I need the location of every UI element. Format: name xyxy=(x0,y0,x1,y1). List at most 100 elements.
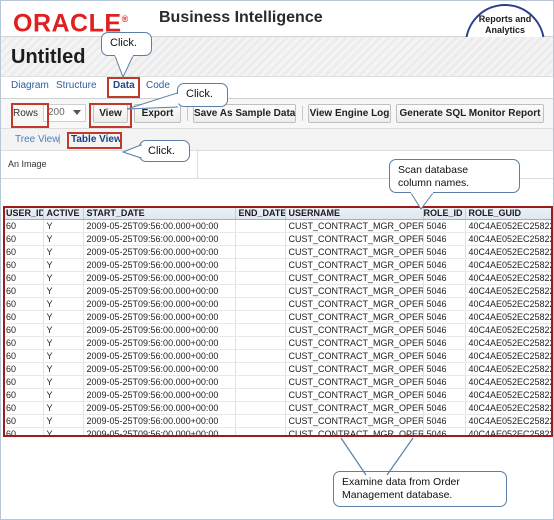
table-row[interactable]: 60 Y 2009-05-25T09:56:00.000+00:00 CUST_CON… xyxy=(3,310,553,324)
data-toolbar: Rows 200 View Export Save As Sample Data… xyxy=(1,99,553,129)
table-row[interactable]: 60 Y 2009-05-25T09:56:00.000+00:00 CUST_CON… xyxy=(3,375,553,389)
tab-code[interactable]: Code xyxy=(146,80,170,91)
an-image-cell-separator xyxy=(197,151,198,179)
cell-user-id: 60 xyxy=(3,310,44,324)
table-view-link[interactable]: Table View xyxy=(71,134,122,145)
cell-active: Y xyxy=(43,362,84,376)
view-engine-log-button[interactable]: View Engine Log xyxy=(308,104,391,123)
table-row[interactable]: 60 Y 2009-05-25T09:56:00.000+00:00 CUST_CON… xyxy=(3,284,553,298)
toolbar-separator-1 xyxy=(187,106,188,121)
column-header-username[interactable]: USERNAME xyxy=(285,206,424,220)
table-row[interactable]: 60 Y 2009-05-25T09:56:00.000+00:00 CUST_CON… xyxy=(3,219,553,233)
cell-role-guid: 40C4AE052EC25822 xyxy=(465,362,553,376)
tab-diagram[interactable]: Diagram xyxy=(11,80,49,91)
rows-select[interactable]: 200 xyxy=(43,104,86,122)
table-row[interactable]: 60 Y 2009-05-25T09:56:00.000+00:00 CUST_CON… xyxy=(3,323,553,337)
cell-active: Y xyxy=(43,375,84,389)
cell-role-guid: 40C4AE052EC25822 xyxy=(465,401,553,415)
cell-end-date xyxy=(235,245,286,259)
cell-user-id: 60 xyxy=(3,258,44,272)
table-row[interactable]: 60 Y 2009-05-25T09:56:00.000+00:00 CUST_CON… xyxy=(3,232,553,246)
cell-username: CUST_CONTRACT_MGR_OPERA xyxy=(285,362,424,376)
cell-role-id: 5046 xyxy=(423,336,466,350)
cell-user-id: 60 xyxy=(3,232,44,246)
cell-end-date xyxy=(235,219,286,233)
table-row[interactable]: 60 Y 2009-05-25T09:56:00.000+00:00 CUST_CON… xyxy=(3,362,553,376)
column-header-active[interactable]: ACTIVE xyxy=(43,206,84,220)
column-header-role-id[interactable]: ROLE_ID xyxy=(423,206,466,220)
cell-start-date: 2009-05-25T09:56:00.000+00:00 xyxy=(83,427,236,437)
cell-user-id: 60 xyxy=(3,349,44,363)
view-button[interactable]: View xyxy=(93,104,128,123)
cell-active: Y xyxy=(43,349,84,363)
cell-role-guid: 40C4AE052EC25822 xyxy=(465,427,553,437)
cell-end-date xyxy=(235,375,286,389)
table-row[interactable]: 60 Y 2009-05-25T09:56:00.000+00:00 CUST_CON… xyxy=(3,271,553,285)
column-header-start-date[interactable]: START_DATE xyxy=(83,206,236,220)
column-header-role-guid[interactable]: ROLE_GUID xyxy=(465,206,553,220)
cell-active: Y xyxy=(43,336,84,350)
table-row[interactable]: 60 Y 2009-05-25T09:56:00.000+00:00 CUST_CON… xyxy=(3,388,553,402)
cell-user-id: 60 xyxy=(3,375,44,389)
table-row[interactable]: 60 Y 2009-05-25T09:56:00.000+00:00 CUST_CON… xyxy=(3,349,553,363)
badge-label-line1: Reports and xyxy=(478,14,532,24)
table-row[interactable]: 60 Y 2009-05-25T09:56:00.000+00:00 CUST_CON… xyxy=(3,427,553,437)
cell-role-id: 5046 xyxy=(423,414,466,428)
cell-start-date: 2009-05-25T09:56:00.000+00:00 xyxy=(83,232,236,246)
data-table-container[interactable]: USER_ID ACTIVE START_DATE END_DATE USERN… xyxy=(3,206,553,437)
cell-role-id: 5046 xyxy=(423,284,466,298)
cell-user-id: 60 xyxy=(3,362,44,376)
cell-end-date xyxy=(235,323,286,337)
table-row[interactable]: 60 Y 2009-05-25T09:56:00.000+00:00 CUST_CON… xyxy=(3,401,553,415)
cell-role-guid: 40C4AE052EC25822 xyxy=(465,323,553,337)
export-button[interactable]: Export xyxy=(134,104,181,123)
page-header: Untitled xyxy=(1,37,553,77)
tree-view-link[interactable]: Tree View xyxy=(15,134,59,145)
editor-tabs: Diagram Structure Data Code xyxy=(1,77,553,99)
cell-role-id: 5046 xyxy=(423,219,466,233)
cell-active: Y xyxy=(43,388,84,402)
cell-active: Y xyxy=(43,427,84,437)
table-row[interactable]: 60 Y 2009-05-25T09:56:00.000+00:00 CUST_CON… xyxy=(3,258,553,272)
table-row[interactable]: 60 Y 2009-05-25T09:56:00.000+00:00 CUST_CON… xyxy=(3,414,553,428)
table-row[interactable]: 60 Y 2009-05-25T09:56:00.000+00:00 CUST_CON… xyxy=(3,297,553,311)
cell-username: CUST_CONTRACT_MGR_OPERA xyxy=(285,258,424,272)
cell-active: Y xyxy=(43,232,84,246)
cell-role-id: 5046 xyxy=(423,401,466,415)
table-row[interactable]: 60 Y 2009-05-25T09:56:00.000+00:00 CUST_CON… xyxy=(3,245,553,259)
cell-role-guid: 40C4AE052EC25822 xyxy=(465,258,553,272)
cell-active: Y xyxy=(43,323,84,337)
cell-username: CUST_CONTRACT_MGR_OPERA xyxy=(285,349,424,363)
cell-username: CUST_CONTRACT_MGR_OPERA xyxy=(285,401,424,415)
rows-label: Rows xyxy=(13,108,39,119)
view-switcher: Tree View | Table View xyxy=(1,129,553,151)
cell-role-id: 5046 xyxy=(423,388,466,402)
generate-sql-monitor-report-button[interactable]: Generate SQL Monitor Report xyxy=(396,104,544,123)
cell-role-guid: 40C4AE052EC25822 xyxy=(465,284,553,298)
column-header-end-date[interactable]: END_DATE xyxy=(235,206,286,220)
tab-structure[interactable]: Structure xyxy=(56,80,97,91)
cell-role-guid: 40C4AE052EC25822 xyxy=(465,297,553,311)
cell-end-date xyxy=(235,349,286,363)
cell-start-date: 2009-05-25T09:56:00.000+00:00 xyxy=(83,219,236,233)
cell-end-date xyxy=(235,414,286,428)
cell-role-id: 5046 xyxy=(423,349,466,363)
cell-user-id: 60 xyxy=(3,271,44,285)
tab-data[interactable]: Data xyxy=(113,80,135,91)
cell-active: Y xyxy=(43,310,84,324)
table-row[interactable]: 60 Y 2009-05-25T09:56:00.000+00:00 CUST_CON… xyxy=(3,336,553,350)
cell-user-id: 60 xyxy=(3,297,44,311)
cell-start-date: 2009-05-25T09:56:00.000+00:00 xyxy=(83,245,236,259)
cell-username: CUST_CONTRACT_MGR_OPERA xyxy=(285,245,424,259)
cell-user-id: 60 xyxy=(3,336,44,350)
cell-start-date: 2009-05-25T09:56:00.000+00:00 xyxy=(83,375,236,389)
table-header-row: USER_ID ACTIVE START_DATE END_DATE USERN… xyxy=(3,206,553,220)
cell-user-id: 60 xyxy=(3,245,44,259)
cell-username: CUST_CONTRACT_MGR_OPERA xyxy=(285,388,424,402)
cell-user-id: 60 xyxy=(3,427,44,437)
cell-user-id: 60 xyxy=(3,219,44,233)
cell-role-guid: 40C4AE052EC25822 xyxy=(465,219,553,233)
column-header-user-id[interactable]: USER_ID xyxy=(3,206,44,220)
cell-end-date xyxy=(235,401,286,415)
an-image-label: An Image xyxy=(8,159,47,169)
